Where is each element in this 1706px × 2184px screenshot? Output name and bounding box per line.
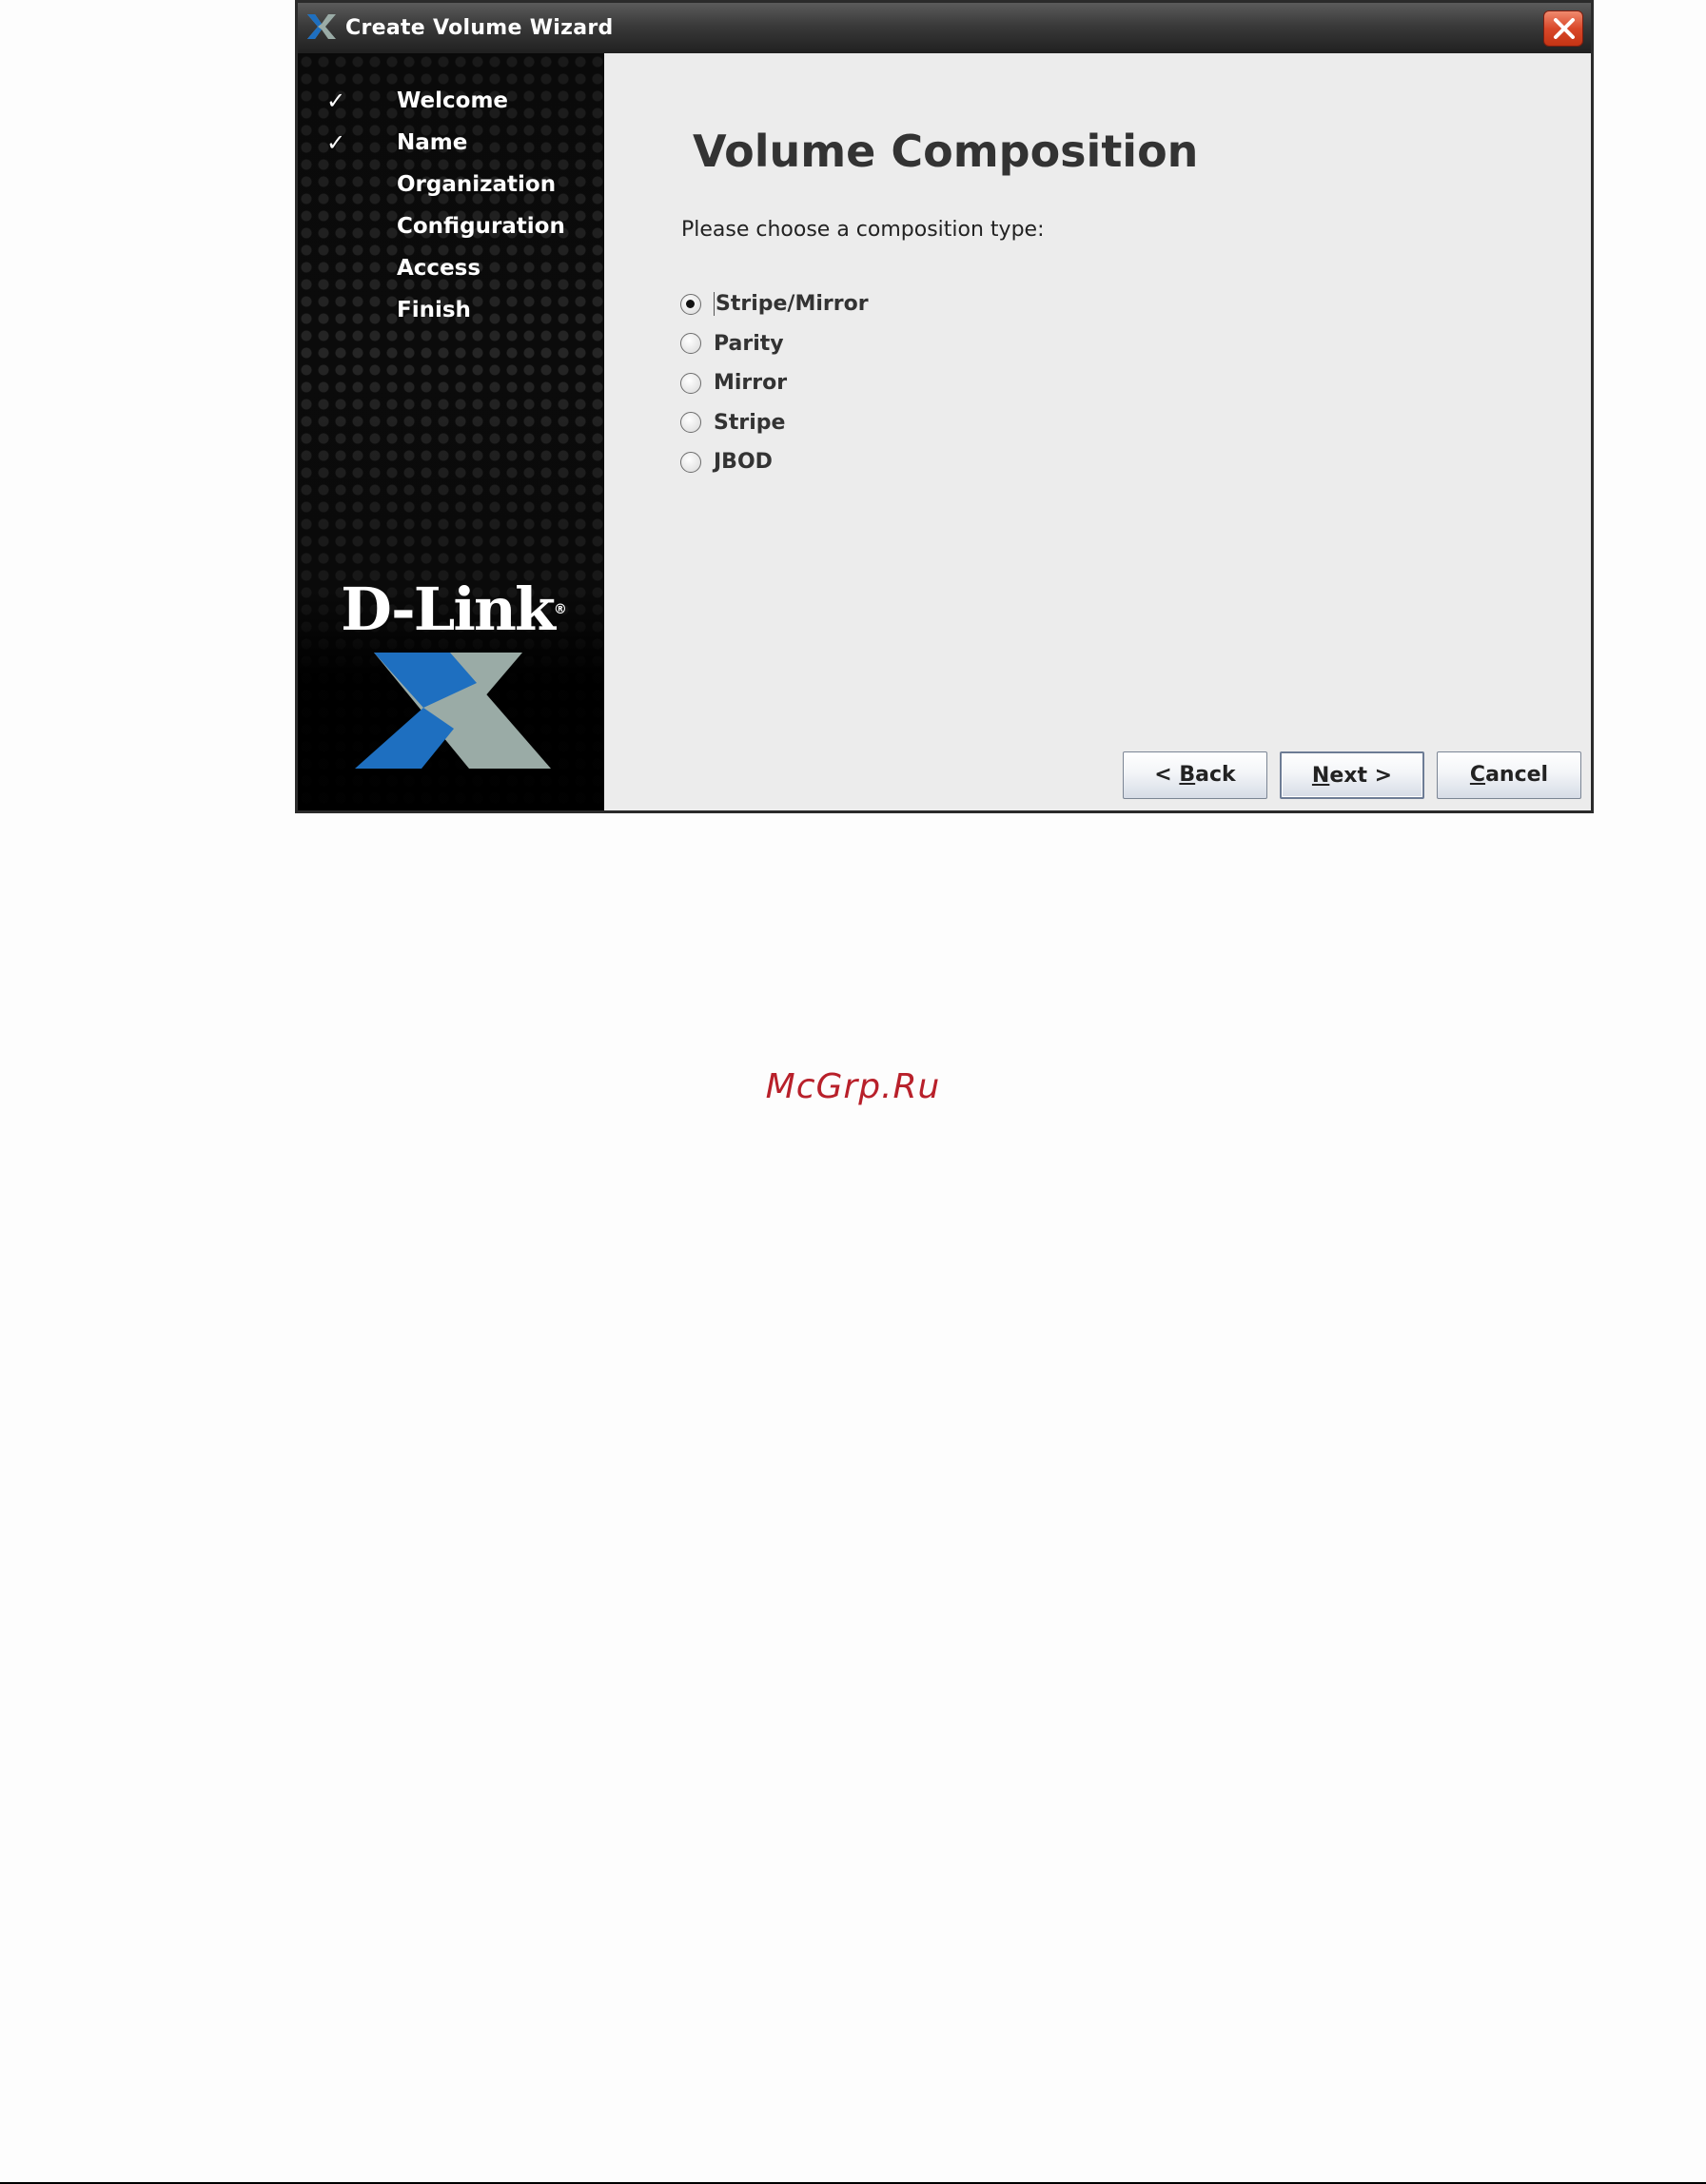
option-label[interactable]: JBOD	[714, 450, 773, 474]
radio-button[interactable]	[680, 372, 701, 394]
page-title: Volume Composition	[693, 126, 1199, 177]
option-label[interactable]: Mirror	[714, 371, 787, 395]
radio-button[interactable]	[680, 412, 701, 434]
next-button[interactable]: Next >	[1280, 751, 1424, 799]
step-label: Name	[397, 130, 468, 155]
watermark: McGrp.Ru	[765, 1067, 941, 1106]
option-mirror[interactable]: Mirror	[680, 363, 869, 403]
back-button[interactable]: < Back	[1123, 751, 1267, 799]
composition-options: Stripe/Mirror Parity Mirror Stripe JBOD	[680, 284, 869, 482]
option-jbod[interactable]: JBOD	[680, 442, 869, 482]
wizard-sidebar: ✓ Welcome ✓ Name Organization Configurat…	[298, 53, 604, 810]
title-bar[interactable]: Create Volume Wizard	[298, 3, 1591, 54]
step-access: Access	[298, 247, 604, 289]
option-label[interactable]: Stripe/Mirror	[714, 292, 869, 317]
step-welcome: ✓ Welcome	[298, 80, 604, 122]
radio-button[interactable]	[680, 293, 701, 315]
wizard-content: Volume Composition Please choose a compo…	[604, 53, 1591, 810]
radio-button[interactable]	[680, 451, 701, 473]
step-organization: Organization	[298, 164, 604, 205]
step-list: ✓ Welcome ✓ Name Organization Configurat…	[298, 80, 604, 331]
window-title: Create Volume Wizard	[345, 16, 614, 40]
option-stripe-mirror[interactable]: Stripe/Mirror	[680, 284, 869, 324]
step-configuration: Configuration	[298, 205, 604, 247]
close-button[interactable]	[1543, 10, 1583, 47]
wizard-window: Create Volume Wizard ✓ Welcome ✓ Name Or…	[295, 0, 1594, 813]
step-label: Organization	[397, 172, 557, 197]
wizard-buttons: < Back Next > Cancel	[1123, 751, 1581, 799]
step-name: ✓ Name	[298, 122, 604, 164]
option-parity[interactable]: Parity	[680, 324, 869, 364]
page: Create Volume Wizard ✓ Welcome ✓ Name Or…	[0, 0, 1706, 2184]
dlink-logo: D-Link®	[334, 575, 572, 769]
app-icon	[305, 12, 338, 41]
step-label: Finish	[397, 298, 471, 322]
cancel-button[interactable]: Cancel	[1437, 751, 1581, 799]
close-icon	[1554, 18, 1575, 39]
x-logo-icon	[355, 653, 551, 769]
step-label: Configuration	[397, 214, 565, 239]
option-label[interactable]: Parity	[714, 332, 784, 356]
check-icon: ✓	[326, 129, 346, 156]
composition-prompt: Please choose a composition type:	[681, 218, 1045, 242]
option-label[interactable]: Stripe	[714, 411, 785, 435]
check-icon: ✓	[326, 88, 346, 114]
step-label: Welcome	[397, 88, 509, 113]
radio-button[interactable]	[680, 333, 701, 355]
step-finish: Finish	[298, 289, 604, 331]
logo-text: D-Link®	[341, 575, 567, 644]
step-label: Access	[397, 256, 481, 281]
option-stripe[interactable]: Stripe	[680, 403, 869, 443]
